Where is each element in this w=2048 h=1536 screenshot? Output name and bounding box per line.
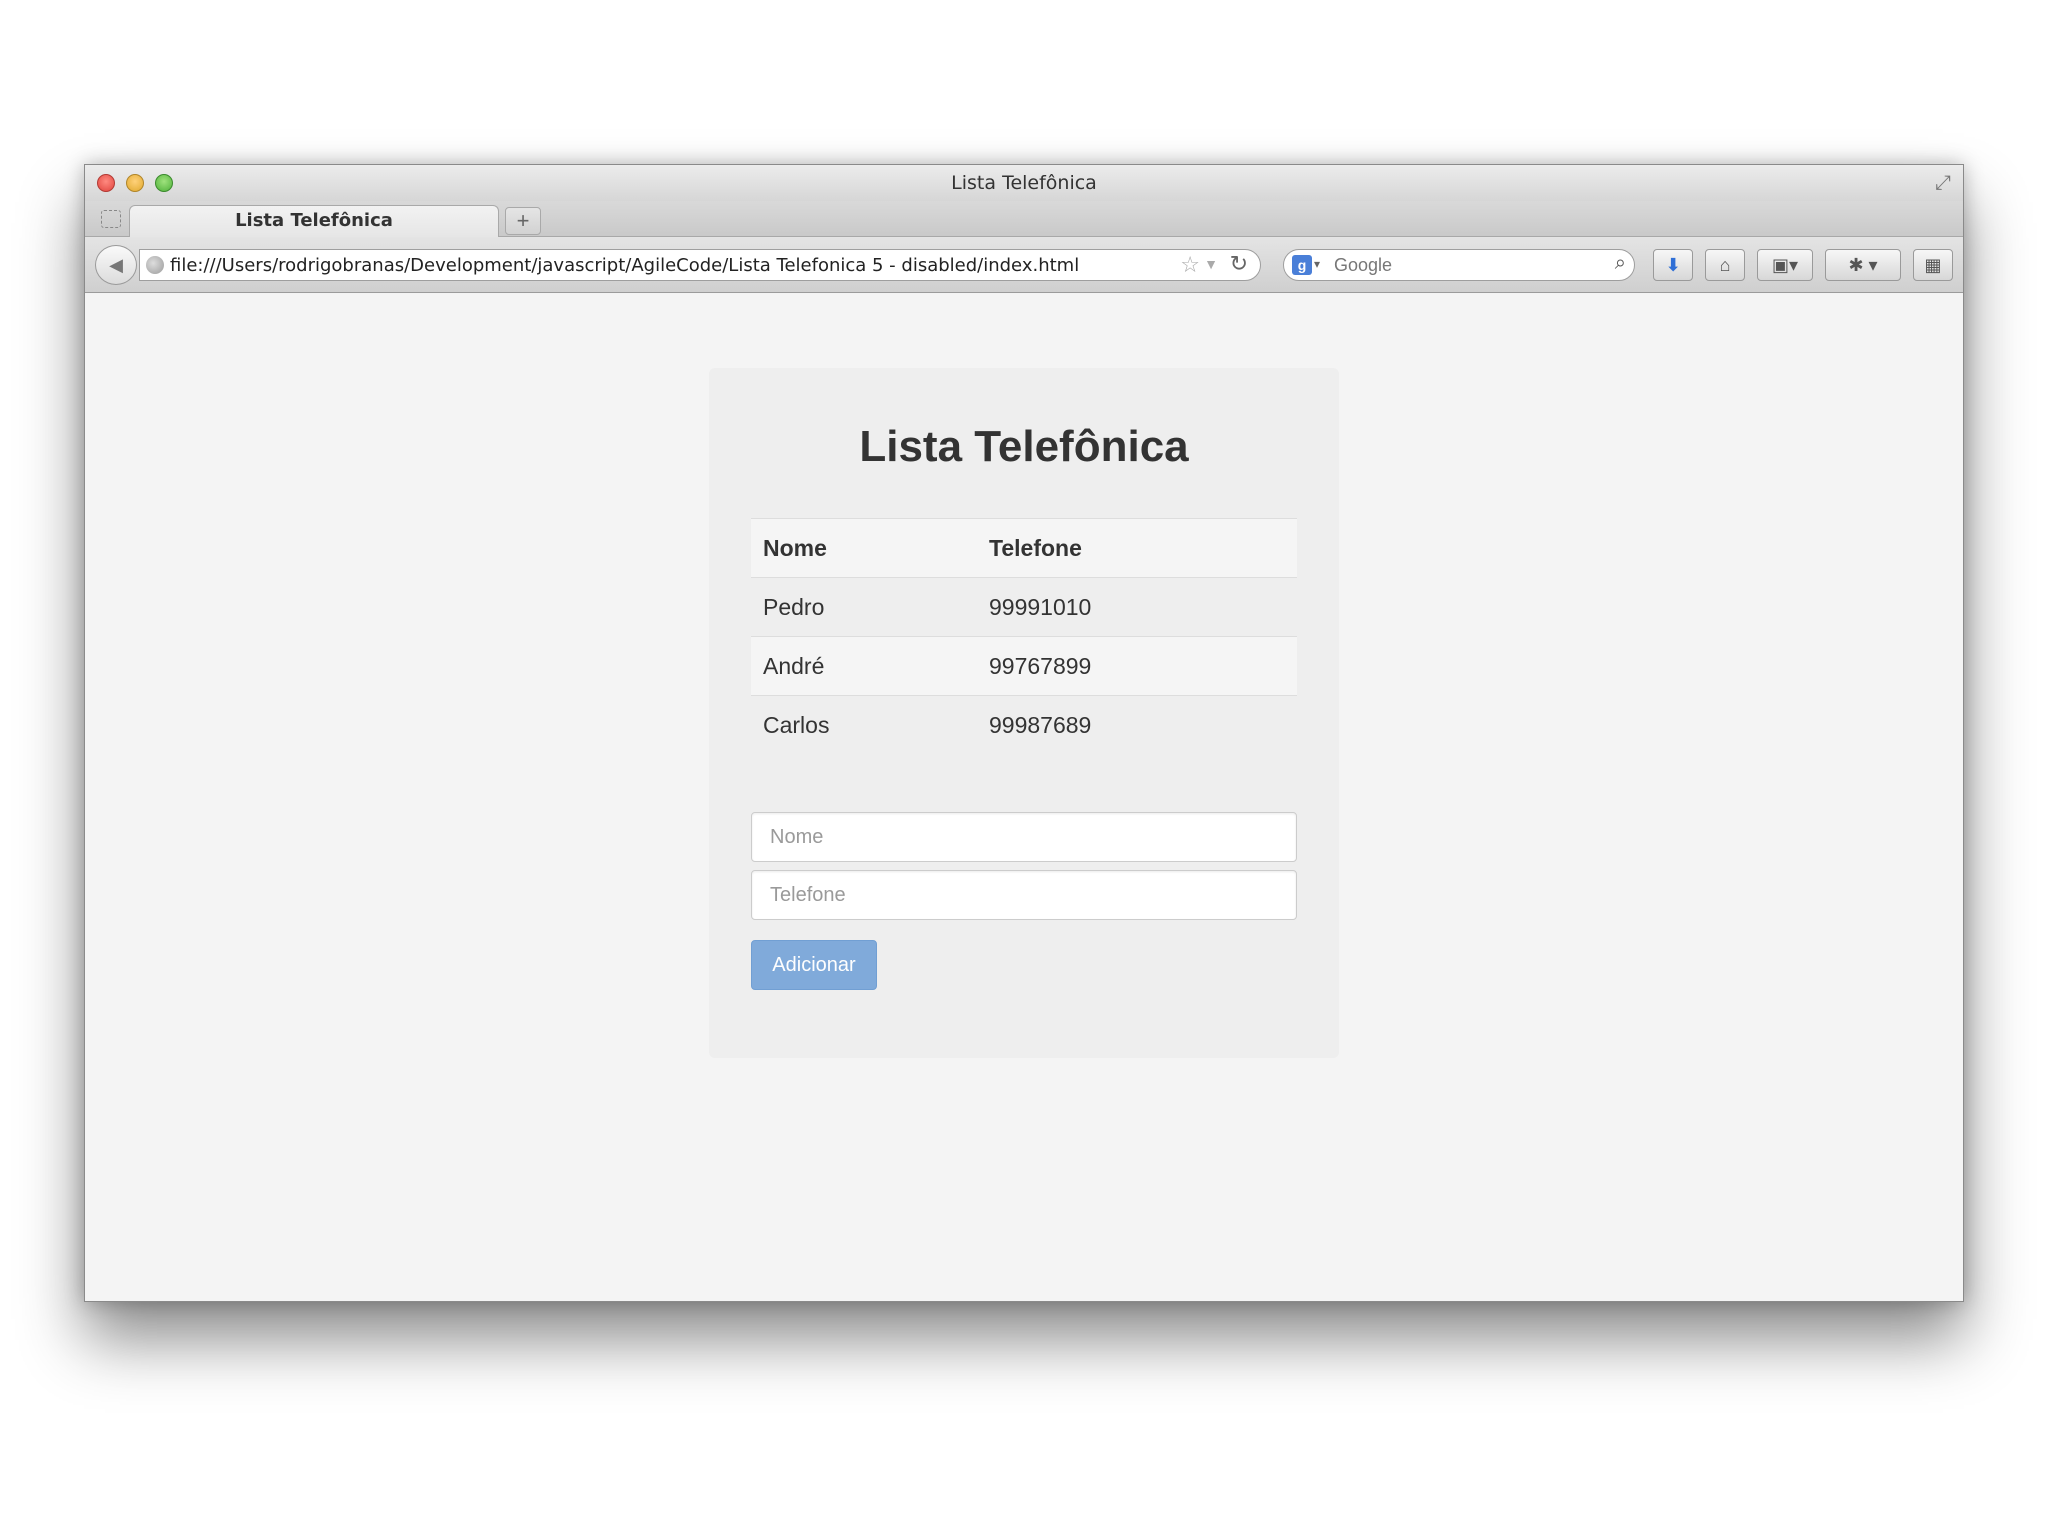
- tab-groups-icon[interactable]: [101, 210, 121, 228]
- tab-bar: Lista Telefônica +: [85, 201, 1963, 237]
- home-button[interactable]: ⌂: [1705, 249, 1745, 281]
- tab-view-icon: ▦: [1924, 255, 1942, 275]
- back-arrow-icon: ◀: [109, 255, 123, 275]
- addons-icon: ✱ ▾: [1848, 255, 1878, 275]
- column-header-nome: Nome: [751, 518, 977, 578]
- download-icon: ⬇: [1665, 255, 1681, 275]
- home-icon: ⌂: [1719, 255, 1731, 275]
- bookmarks-button[interactable]: ▣▾: [1757, 249, 1813, 281]
- contacts-card: Lista Telefônica Nome Telefone Pedro 999…: [709, 368, 1339, 1058]
- bookmarks-icon: ▣▾: [1771, 255, 1799, 275]
- download-button[interactable]: ⬇: [1653, 249, 1693, 281]
- contact-phone: 99987689: [977, 695, 1297, 755]
- new-tab-button[interactable]: +: [505, 207, 541, 235]
- contact-name: Carlos: [751, 695, 977, 755]
- reload-icon[interactable]: ↻: [1230, 251, 1248, 277]
- chevron-down-icon[interactable]: ▼: [1204, 256, 1218, 272]
- search-icon[interactable]: ⌕: [1615, 252, 1626, 275]
- page-title: Lista Telefônica: [859, 422, 1189, 471]
- contact-name: André: [751, 636, 977, 696]
- window-title: Lista Telefônica: [951, 172, 1097, 194]
- tab-lista-telefonica[interactable]: Lista Telefônica: [129, 205, 499, 237]
- table-row: Pedro 99991010: [751, 577, 1297, 637]
- url-bar[interactable]: file:///Users/rodrigobranas/Development/…: [139, 249, 1261, 281]
- table-header-row: Nome Telefone: [751, 518, 1297, 578]
- contact-name: Pedro: [751, 577, 977, 637]
- search-bar[interactable]: g ▾ Google ⌕: [1283, 249, 1635, 281]
- google-icon[interactable]: g: [1292, 255, 1312, 275]
- title-bar: Lista Telefônica ⤢: [85, 165, 1963, 201]
- star-icon[interactable]: ☆: [1180, 252, 1200, 278]
- telefone-input[interactable]: [751, 870, 1297, 920]
- adicionar-button[interactable]: Adicionar: [751, 940, 877, 990]
- search-engine-chevron-icon[interactable]: ▾: [1314, 257, 1320, 271]
- column-header-telefone: Telefone: [977, 518, 1297, 578]
- table-row: Carlos 99987689: [751, 695, 1297, 755]
- search-input[interactable]: Google: [1334, 255, 1392, 276]
- tab-view-button[interactable]: ▦: [1913, 249, 1953, 281]
- navigation-bar: ◀ file:///Users/rodrigobranas/Developmen…: [85, 237, 1963, 293]
- url-text[interactable]: file:///Users/rodrigobranas/Development/…: [170, 255, 1079, 276]
- browser-window: Lista Telefônica ⤢ Lista Telefônica + ◀ …: [84, 164, 1964, 1302]
- contact-phone: 99991010: [977, 577, 1297, 637]
- nome-input[interactable]: [751, 812, 1297, 862]
- table-row: André 99767899: [751, 636, 1297, 696]
- addons-button[interactable]: ✱ ▾: [1825, 249, 1901, 281]
- back-button[interactable]: ◀: [95, 245, 137, 285]
- globe-icon: [146, 256, 164, 274]
- fullscreen-icon[interactable]: ⤢: [1935, 172, 1951, 195]
- page-content: Lista Telefônica Nome Telefone Pedro 999…: [85, 294, 1963, 1301]
- contacts-table: Nome Telefone Pedro 99991010 André 99767…: [751, 518, 1297, 755]
- contact-phone: 99767899: [977, 636, 1297, 696]
